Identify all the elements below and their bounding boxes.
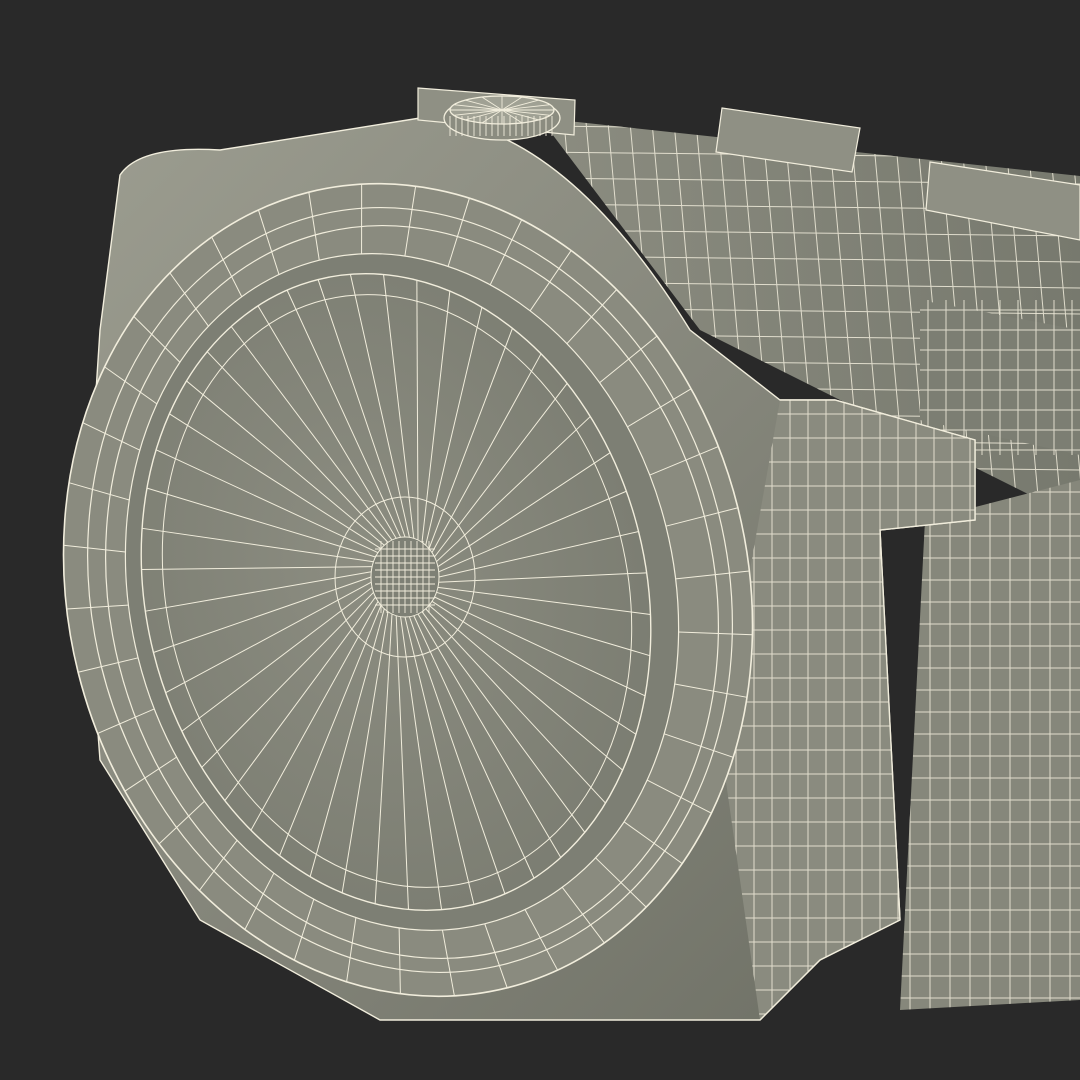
wireframe-render (0, 0, 1080, 1080)
render-viewport (0, 0, 1080, 1080)
